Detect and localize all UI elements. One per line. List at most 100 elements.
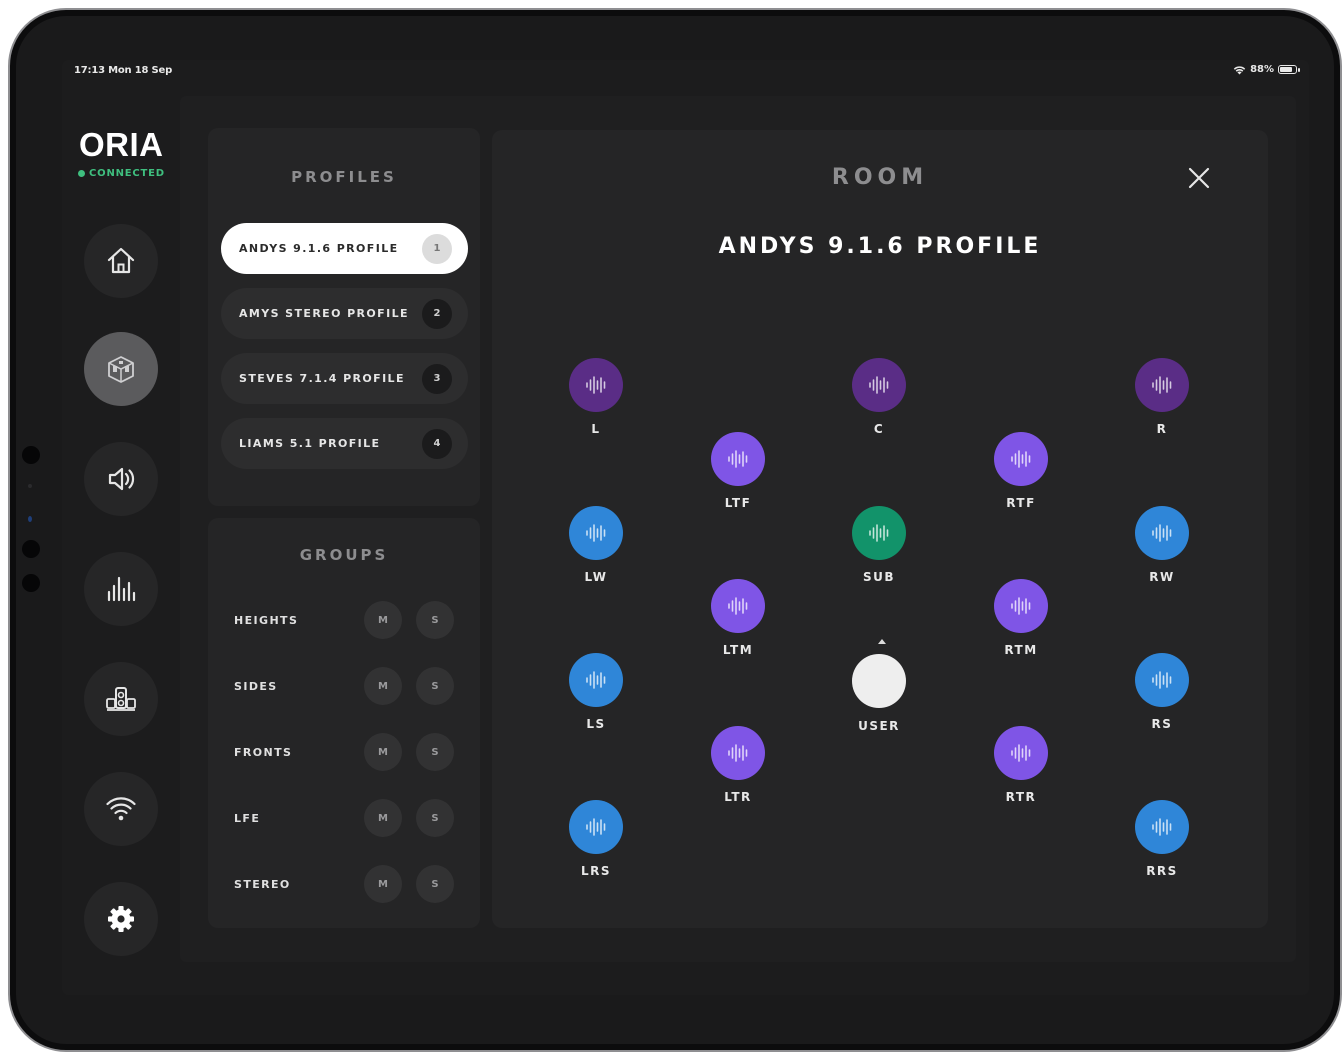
speaker-disc[interactable] <box>569 800 623 854</box>
profile-item[interactable]: LIAMS 5.1 PROFILE 4 <box>221 418 468 469</box>
group-mute-button[interactable]: M <box>364 865 402 903</box>
battery-icon <box>1278 65 1300 74</box>
connection-status-label: CONNECTED <box>89 168 165 179</box>
speaker-disc[interactable] <box>569 506 623 560</box>
speaker-c[interactable]: C <box>839 358 919 454</box>
speaker-disc[interactable] <box>994 579 1048 633</box>
speaker-label: LTR <box>724 790 752 804</box>
group-mute-button[interactable]: M <box>364 733 402 771</box>
room-profile-name: ANDYS 9.1.6 PROFILE <box>718 234 1042 259</box>
sound-wave-icon <box>1152 671 1172 689</box>
group-solo-button[interactable]: S <box>416 733 454 771</box>
sound-wave-icon <box>1152 818 1172 836</box>
main-area: PROFILES ANDYS 9.1.6 PROFILE 1 AMYS STEREO… <box>180 96 1296 962</box>
speaker-label: LRS <box>580 864 612 878</box>
speaker-sub[interactable]: SUB <box>839 506 919 602</box>
profiles-panel: PROFILES ANDYS 9.1.6 PROFILE 1 AMYS STEREO… <box>208 128 480 506</box>
sound-wave-icon <box>1011 597 1031 615</box>
profile-number-badge: 4 <box>422 428 452 459</box>
speaker-disc[interactable] <box>1135 506 1189 560</box>
group-solo-button[interactable]: S <box>416 601 454 639</box>
speaker-ltf[interactable]: LTF <box>698 432 778 528</box>
room-title: ROOM <box>831 165 929 190</box>
group-solo-button[interactable]: S <box>416 799 454 837</box>
sound-wave-icon <box>728 597 748 615</box>
speaker-l[interactable]: L <box>556 358 636 454</box>
sound-wave-icon <box>586 376 606 394</box>
group-label: STEREO <box>234 877 291 891</box>
speaker-ltr[interactable]: LTR <box>698 726 778 822</box>
group-label: LFE <box>234 811 261 825</box>
sound-wave-icon <box>586 818 606 836</box>
group-solo-button[interactable]: S <box>416 865 454 903</box>
speaker-disc[interactable] <box>711 579 765 633</box>
sound-wave-icon <box>1152 376 1172 394</box>
user-disc[interactable] <box>852 654 906 708</box>
group-mute-button[interactable]: M <box>364 601 402 639</box>
speaker-disc[interactable] <box>994 432 1048 486</box>
nav-home-button[interactable] <box>84 224 158 298</box>
speaker-label: RW <box>1149 570 1175 584</box>
speaker-rw[interactable]: RW <box>1122 506 1202 602</box>
speaker-label: LW <box>584 570 608 584</box>
connection-status: CONNECTED <box>78 168 165 179</box>
speaker-rtf[interactable]: RTF <box>981 432 1061 528</box>
speaker-label: RRS <box>1146 864 1178 878</box>
speaker-disc[interactable] <box>994 726 1048 780</box>
speaker-label: LTF <box>724 496 752 510</box>
group-label: HEIGHTS <box>234 613 299 627</box>
speaker-disc[interactable] <box>711 726 765 780</box>
speaker-rs[interactable]: RS <box>1122 653 1202 749</box>
speaker-icon <box>108 467 135 491</box>
speaker-disc[interactable] <box>1135 800 1189 854</box>
speaker-lrs[interactable]: LRS <box>556 800 636 896</box>
speaker-disc[interactable] <box>569 358 623 412</box>
profile-item[interactable]: STEVES 7.1.4 PROFILE 3 <box>221 353 468 404</box>
speaker-ltm[interactable]: LTM <box>698 579 778 675</box>
speaker-label: RTF <box>1006 496 1036 510</box>
profile-item[interactable]: AMYS STEREO PROFILE 2 <box>221 288 468 339</box>
speaker-r[interactable]: R <box>1122 358 1202 454</box>
group-mute-button[interactable]: M <box>364 799 402 837</box>
speaker-lw[interactable]: LW <box>556 506 636 602</box>
profile-number-badge: 2 <box>422 298 452 329</box>
speaker-ls[interactable]: LS <box>556 653 636 749</box>
profiles-title: PROFILES <box>291 168 397 186</box>
room-icon <box>108 356 134 383</box>
group-label: SIDES <box>234 679 278 693</box>
nav-volume-button[interactable] <box>84 442 158 516</box>
speaker-rtr[interactable]: RTR <box>981 726 1061 822</box>
close-icon[interactable] <box>1186 165 1212 191</box>
settings-icon <box>108 906 134 932</box>
speaker-rrs[interactable]: RRS <box>1122 800 1202 896</box>
groups-title: GROUPS <box>299 546 389 564</box>
group-row: SIDES M S <box>234 666 454 706</box>
sound-wave-icon <box>728 450 748 468</box>
sound-wave-icon <box>869 524 889 542</box>
speaker-label: SUB <box>862 570 896 584</box>
group-solo-button[interactable]: S <box>416 667 454 705</box>
nav-settings-button[interactable] <box>84 882 158 956</box>
camera-dot <box>22 540 40 558</box>
connected-dot-icon <box>78 170 85 177</box>
group-mute-button[interactable]: M <box>364 667 402 705</box>
group-row: LFE M S <box>234 798 454 838</box>
speaker-disc[interactable] <box>852 506 906 560</box>
camera-dot <box>28 484 32 488</box>
speaker-disc[interactable] <box>711 432 765 486</box>
speaker-disc[interactable] <box>569 653 623 707</box>
speaker-disc[interactable] <box>1135 653 1189 707</box>
nav-speakers-button[interactable] <box>84 662 158 736</box>
nav-eq-button[interactable] <box>84 552 158 626</box>
speaker-rtm[interactable]: RTM <box>981 579 1061 675</box>
speaker-disc[interactable] <box>1135 358 1189 412</box>
sound-wave-icon <box>586 524 606 542</box>
speaker-disc[interactable] <box>852 358 906 412</box>
nav-room-button[interactable] <box>84 332 158 406</box>
nav-network-button[interactable] <box>84 772 158 846</box>
speaker-label: LS <box>586 717 606 731</box>
profile-item[interactable]: ANDYS 9.1.6 PROFILE 1 <box>221 223 468 274</box>
speaker-label: RS <box>1151 717 1173 731</box>
profile-item-label: AMYS STEREO PROFILE <box>239 307 409 320</box>
group-row: FRONTS M S <box>234 732 454 772</box>
